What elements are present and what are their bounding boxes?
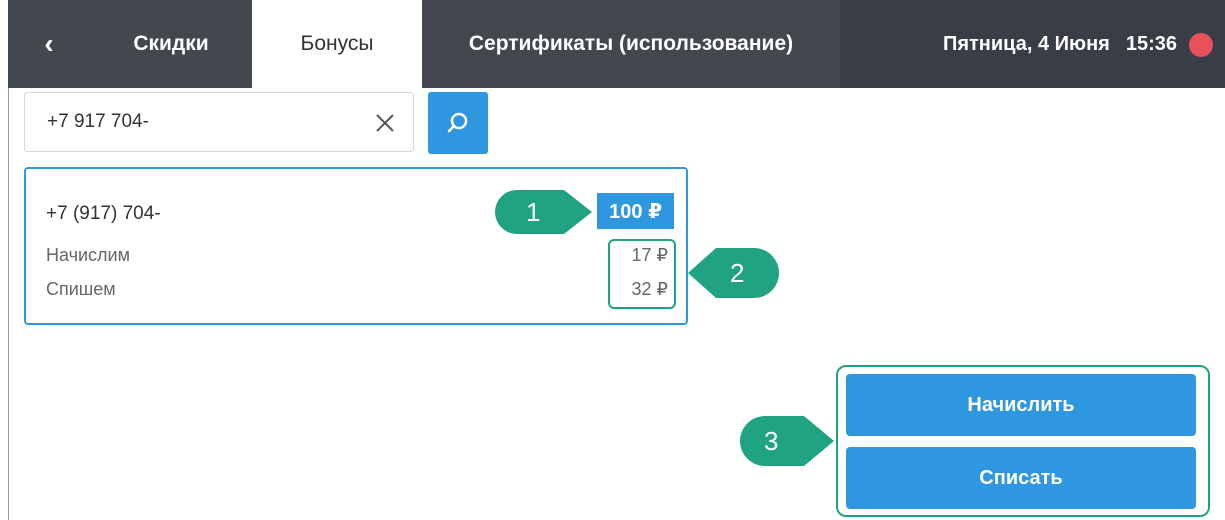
- tab-bonuses[interactable]: Бонусы: [252, 0, 422, 88]
- tab-label: Сертификаты (использование): [468, 32, 794, 55]
- writeoff-label: Спишем: [46, 279, 116, 299]
- callout-number: 3: [764, 426, 779, 456]
- callout-1: 1: [492, 187, 596, 237]
- callout-shape: [495, 190, 592, 234]
- callout-shape: [740, 416, 834, 466]
- status-indicator: [1189, 33, 1213, 57]
- bonus-balance: 100 ₽: [597, 193, 674, 229]
- tab-label: Бонусы: [300, 32, 374, 55]
- callout-3: 3: [738, 413, 836, 469]
- top-bar: ‹ Скидки Бонусы Сертификаты (использован…: [8, 0, 1225, 88]
- tab-discounts[interactable]: Скидки: [90, 0, 252, 88]
- date-text: Пятница, 4 Июня: [942, 32, 1110, 55]
- search-button[interactable]: [428, 92, 488, 154]
- close-icon[interactable]: [373, 111, 397, 135]
- tab-certificates[interactable]: Сертификаты (использование): [422, 0, 840, 88]
- back-button[interactable]: ‹: [8, 0, 90, 88]
- amounts-highlight: [608, 239, 676, 309]
- search-input[interactable]: [45, 110, 349, 134]
- writeoff-button[interactable]: Списать: [846, 447, 1196, 509]
- chevron-left-icon: ‹: [44, 28, 54, 59]
- time-text: 15:36: [1125, 32, 1177, 55]
- callout-number: 1: [526, 197, 541, 227]
- search-icon: [447, 112, 468, 133]
- datetime: Пятница, 4 Июня 15:36: [943, 0, 1177, 88]
- callout-2: 2: [686, 245, 780, 301]
- search-field[interactable]: [24, 92, 414, 152]
- tab-label: Скидки: [133, 32, 209, 55]
- divider: [8, 88, 9, 520]
- accrue-label: Начислим: [46, 245, 130, 265]
- callout-number: 2: [730, 258, 745, 288]
- accrue-button[interactable]: Начислить: [846, 374, 1196, 436]
- client-phone: +7 (917) 704-: [46, 203, 161, 224]
